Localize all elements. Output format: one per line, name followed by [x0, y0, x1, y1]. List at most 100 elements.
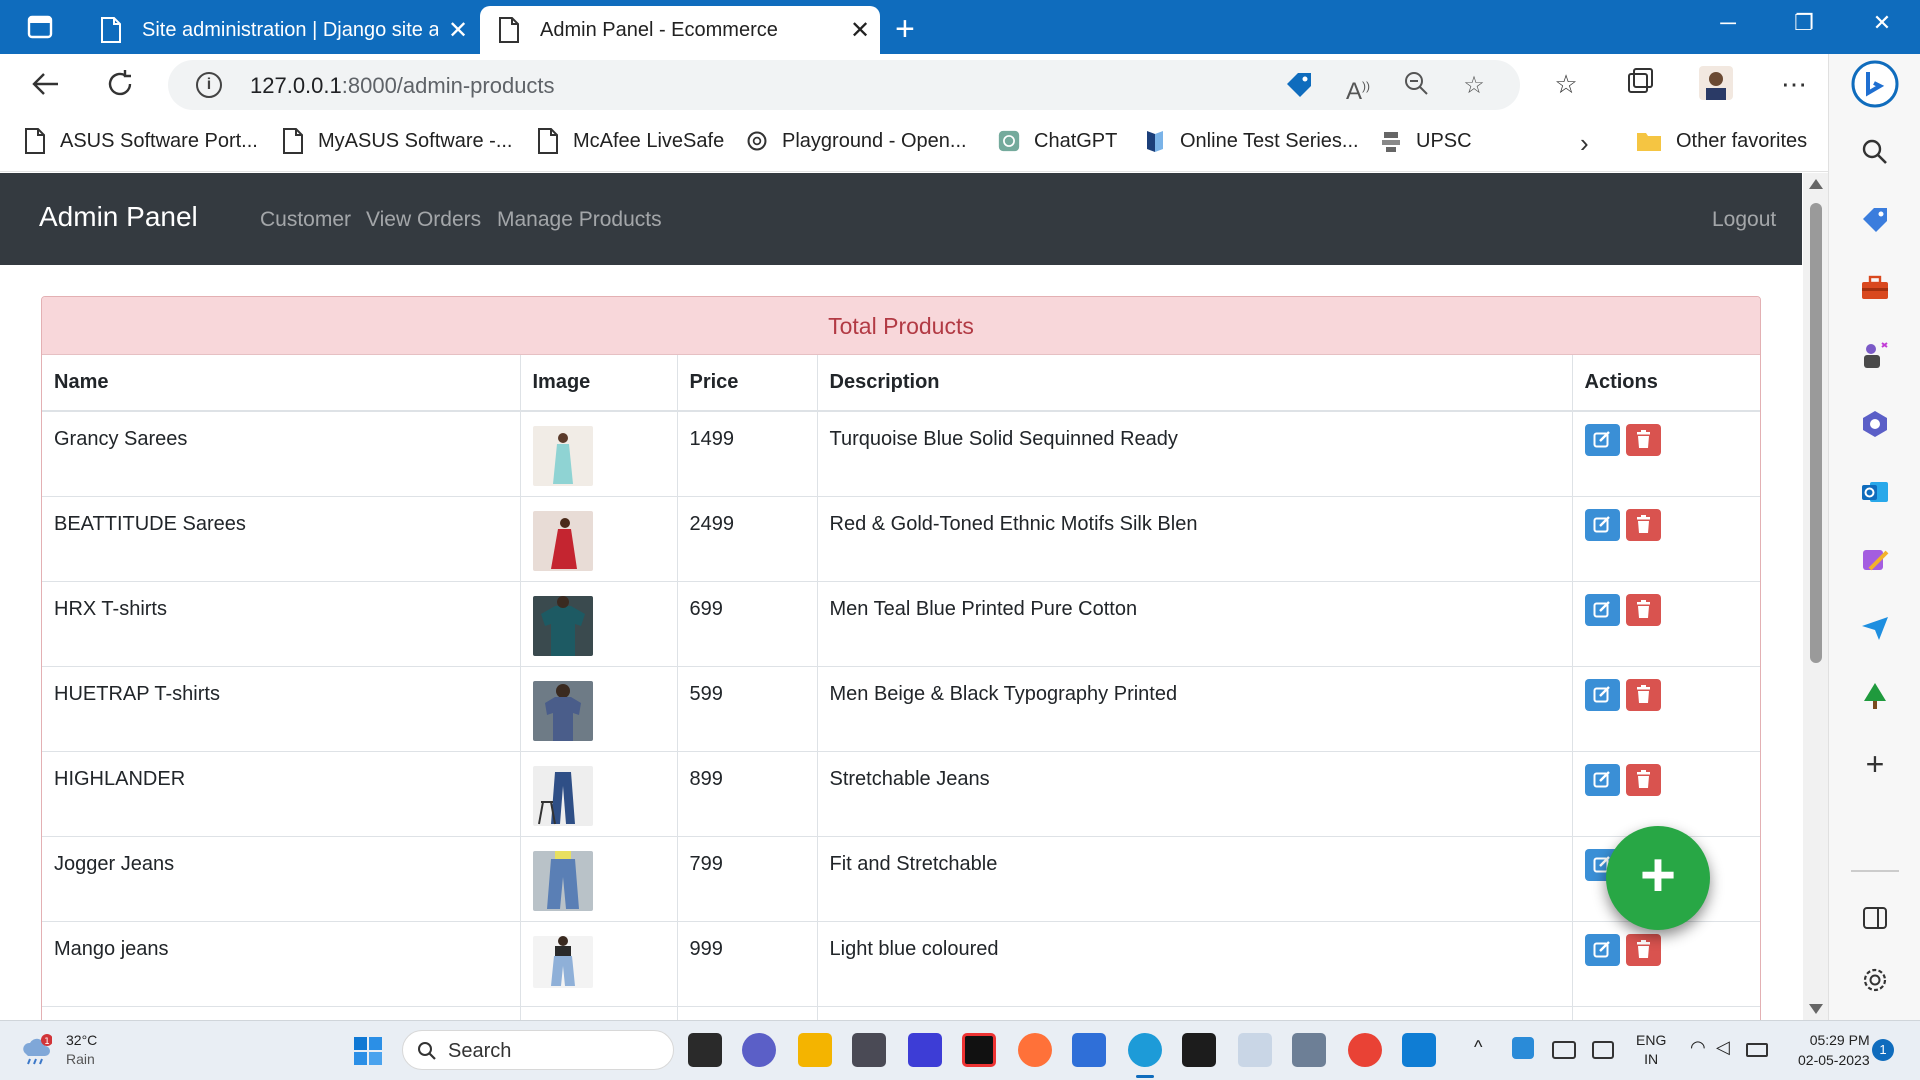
microsoft-365-icon[interactable] — [1851, 400, 1899, 448]
more-options-icon[interactable]: ⋯ — [1776, 66, 1812, 102]
add-product-button[interactable]: + — [1606, 826, 1710, 930]
search-icon[interactable] — [1851, 128, 1899, 176]
delete-button[interactable] — [1625, 508, 1661, 541]
edit-button[interactable] — [1584, 763, 1620, 796]
edit-button[interactable] — [1584, 678, 1620, 711]
nav-link-customer[interactable]: Customer — [260, 208, 351, 232]
app-icon[interactable] — [962, 1033, 996, 1067]
app-icon[interactable] — [852, 1033, 886, 1067]
favorite-online-test[interactable]: Online Test Series... — [1144, 128, 1359, 154]
favorite-playground[interactable]: Playground - Open... — [746, 128, 967, 154]
delete-button[interactable] — [1625, 593, 1661, 626]
favorite-myasus[interactable]: MyASUS Software -... — [282, 128, 513, 154]
address-url[interactable]: 127.0.0.1:8000/admin-products — [250, 73, 555, 99]
shopping-icon[interactable] — [1851, 196, 1899, 244]
other-favorites[interactable]: Other favorites — [1636, 128, 1807, 154]
split-screen-icon[interactable] — [1851, 894, 1899, 942]
delete-button[interactable] — [1625, 424, 1661, 456]
weather-widget[interactable]: 1 32°C Rain — [20, 1031, 97, 1069]
add-icon[interactable]: + — [1851, 740, 1899, 788]
delete-button[interactable] — [1625, 678, 1661, 711]
delete-button[interactable] — [1625, 933, 1661, 966]
task-view-icon[interactable] — [688, 1033, 722, 1067]
product-price: 799 — [677, 835, 818, 921]
favorites-icon[interactable]: ☆ — [1548, 66, 1584, 102]
trash-icon — [1636, 514, 1650, 533]
teams-chat-icon[interactable] — [742, 1033, 776, 1067]
taskbar-search[interactable]: Search — [402, 1030, 674, 1070]
terminal-icon[interactable] — [1182, 1033, 1216, 1067]
refresh-icon[interactable] — [100, 64, 140, 104]
send-icon[interactable] — [1851, 604, 1899, 652]
new-tab-icon[interactable]: + — [895, 10, 915, 49]
nav-link-view-orders[interactable]: View Orders — [366, 208, 481, 232]
search-icon — [418, 1042, 436, 1060]
delete-button[interactable] — [1625, 763, 1661, 796]
app-icon[interactable] — [1292, 1033, 1326, 1067]
minimize-icon[interactable]: ─ — [1708, 10, 1748, 36]
close-window-icon[interactable]: ✕ — [1862, 10, 1902, 36]
edit-button[interactable] — [1584, 593, 1620, 626]
firefox-icon[interactable] — [1018, 1033, 1052, 1067]
keyboard-icon[interactable] — [1552, 1041, 1576, 1059]
edit-button[interactable] — [1584, 424, 1620, 456]
app-icon[interactable] — [1238, 1033, 1272, 1067]
start-icon[interactable] — [352, 1035, 384, 1067]
maximize-icon[interactable]: ❐ — [1784, 10, 1824, 36]
display-icon[interactable] — [1592, 1041, 1614, 1059]
tab-admin-panel[interactable]: Admin Panel - Ecommerce ✕ — [480, 6, 880, 54]
bing-copilot-icon[interactable] — [1851, 60, 1899, 108]
chrome-icon[interactable] — [1348, 1033, 1382, 1067]
taskbar-clock[interactable]: 05:29 PM 02-05-2023 — [1798, 1030, 1870, 1070]
close-tab-icon[interactable]: ✕ — [438, 16, 478, 45]
tab-actions-icon[interactable] — [26, 13, 54, 41]
app-icon[interactable] — [908, 1033, 942, 1067]
language-indicator[interactable]: ENG IN — [1636, 1031, 1666, 1069]
navbar-brand[interactable]: Admin Panel — [39, 201, 198, 233]
favorite-mcafee[interactable]: McAfee LiveSafe — [537, 128, 724, 154]
back-icon[interactable] — [26, 64, 66, 104]
file-explorer-icon[interactable] — [798, 1033, 832, 1067]
vscode-icon[interactable] — [1402, 1033, 1436, 1067]
site-info-icon[interactable]: i — [196, 72, 222, 98]
notepad-icon[interactable] — [1072, 1033, 1106, 1067]
security-icon[interactable] — [1512, 1037, 1534, 1059]
favorite-upsc[interactable]: UPSC — [1380, 128, 1472, 154]
close-tab-icon[interactable]: ✕ — [840, 16, 880, 45]
tools-icon[interactable] — [1851, 264, 1899, 312]
add-favorite-icon[interactable]: ☆ — [1458, 70, 1490, 102]
chevron-up-icon[interactable]: ^ — [1474, 1037, 1482, 1058]
trash-icon — [1636, 599, 1650, 618]
outlook-icon[interactable] — [1851, 468, 1899, 516]
settings-icon[interactable] — [1851, 956, 1899, 1004]
favorite-chatgpt[interactable]: ChatGPT — [998, 128, 1117, 154]
scroll-thumb[interactable] — [1810, 203, 1822, 663]
wifi-icon[interactable]: ◠ — [1690, 1037, 1706, 1058]
chevron-right-icon[interactable]: › — [1580, 128, 1589, 159]
tab-django-admin[interactable]: Site administration | Django site admin … — [82, 6, 478, 54]
favorite-asus-portal[interactable]: ASUS Software Port... — [24, 128, 258, 154]
nav-link-manage-products[interactable]: Manage Products — [497, 208, 662, 232]
designer-icon[interactable] — [1851, 536, 1899, 584]
edge-icon[interactable] — [1128, 1033, 1162, 1067]
shopping-tag-icon[interactable] — [1283, 70, 1315, 102]
scroll-up-arrow[interactable] — [1809, 179, 1823, 189]
games-icon[interactable] — [1851, 332, 1899, 380]
scroll-down-arrow[interactable] — [1809, 1004, 1823, 1014]
edit-button[interactable] — [1584, 508, 1620, 541]
edit-button[interactable] — [1584, 933, 1620, 966]
zoom-out-icon[interactable] — [1400, 70, 1432, 102]
page-scrollbar[interactable] — [1803, 173, 1828, 1020]
collections-icon[interactable] — [1622, 66, 1658, 102]
read-aloud-icon[interactable]: A)) — [1342, 70, 1374, 105]
browser-titlebar: Site administration | Django site admin … — [0, 0, 1920, 54]
product-image — [532, 680, 593, 741]
tree-icon[interactable] — [1851, 672, 1899, 720]
address-bar[interactable]: i 127.0.0.1:8000/admin-products A)) ☆ — [168, 60, 1520, 110]
notification-badge[interactable]: 1 — [1872, 1039, 1894, 1061]
volume-icon[interactable]: ◁ — [1716, 1037, 1730, 1058]
battery-icon[interactable] — [1746, 1043, 1768, 1057]
header-image: Image — [520, 355, 678, 412]
logout-link[interactable]: Logout — [1712, 208, 1776, 232]
profile-avatar[interactable] — [1698, 66, 1734, 102]
